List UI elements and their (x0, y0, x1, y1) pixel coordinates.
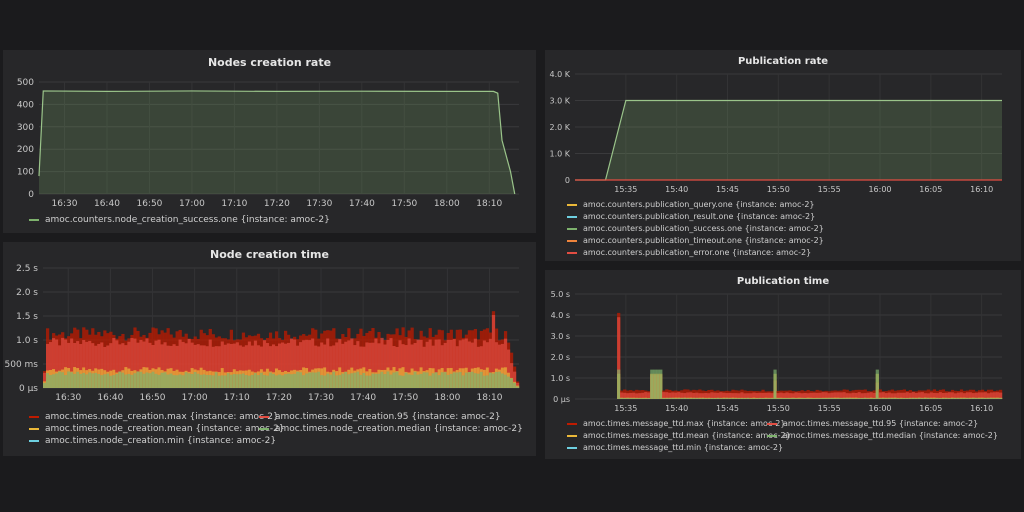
legend-swatch (29, 440, 39, 442)
legend-label: amoc.times.node_creation.min {instance: … (45, 436, 277, 446)
panel-publication-time: Publication time 5.0 s 4.0 s 3.0 s 2.0 s 1.0… (545, 270, 1021, 459)
legend-item[interactable]: amoc.times.node_creation.95 {instance: a… (259, 412, 501, 422)
legend-label: amoc.times.message_ttd.median {instance:… (783, 431, 998, 440)
legend-swatch (567, 434, 577, 437)
legend-label: amoc.times.node_creation.mean {instance:… (45, 424, 285, 434)
legend-swatch (259, 428, 269, 430)
legend-item[interactable]: amoc.counters.publication_timeout.one {i… (567, 236, 824, 245)
legend-item[interactable]: amoc.counters.publication_query.one {ins… (567, 200, 815, 209)
legend-label: amoc.counters.publication_error.one {ins… (583, 248, 812, 257)
legend-label: amoc.counters.publication_timeout.one {i… (583, 236, 824, 245)
legend-label: amoc.counters.publication_success.one {i… (583, 224, 824, 233)
legend-swatch (29, 428, 39, 430)
legend-label: amoc.times.message_ttd.max {instance: am… (583, 419, 786, 428)
legend-item[interactable]: amoc.times.node_creation.max {instance: … (29, 412, 279, 422)
legend-item[interactable]: amoc.times.message_ttd.mean {instance: a… (567, 431, 791, 440)
panel-node-creation-time: Node creation time 2.5 s 2.0 s 1.5 s 1.0 s5… (3, 242, 536, 456)
legend: amoc.times.node_creation.max {instance: … (3, 242, 536, 456)
legend: amoc.times.message_ttd.max {instance: am… (545, 270, 1021, 459)
legend-label: amoc.counters.publication_result.one {in… (583, 212, 816, 221)
legend-item[interactable]: amoc.times.message_ttd.max {instance: am… (567, 419, 785, 428)
legend-item[interactable]: amoc.times.message_ttd.min {instance: am… (567, 443, 783, 452)
legend-label: amoc.times.message_ttd.mean {instance: a… (583, 431, 791, 440)
legend-swatch (767, 434, 777, 437)
legend-item[interactable]: amoc.times.node_creation.median {instanc… (259, 424, 523, 434)
legend-swatch (29, 219, 39, 221)
legend-item[interactable]: amoc.counters.node_creation_success.one … (29, 215, 330, 225)
legend-label: amoc.times.node_creation.median {instanc… (275, 424, 523, 434)
legend-item[interactable]: amoc.counters.publication_result.one {in… (567, 212, 815, 221)
legend-swatch (567, 251, 577, 254)
panel-publication-rate: Publication rate 4.0 K 3.0 K 2.0 K 1.0 K 0 15… (545, 50, 1021, 261)
legend-swatch (259, 416, 269, 418)
legend-item[interactable]: amoc.times.message_ttd.95 {instance: amo… (767, 419, 978, 428)
legend-label: amoc.times.message_ttd.min {instance: am… (583, 443, 784, 452)
legend-swatch (567, 215, 577, 218)
legend: amoc.counters.node_creation_success.one … (3, 50, 536, 233)
legend-label: amoc.times.message_ttd.95 {instance: amo… (783, 419, 979, 428)
legend-item[interactable]: amoc.times.node_creation.min {instance: … (29, 436, 276, 446)
legend-item[interactable]: amoc.counters.publication_success.one {i… (567, 224, 824, 233)
legend-swatch (767, 422, 777, 425)
legend-swatch (567, 239, 577, 242)
legend-swatch (29, 416, 39, 418)
legend-label: amoc.counters.publication_query.one {ins… (583, 200, 815, 209)
legend-swatch (567, 203, 577, 206)
legend-label: amoc.counters.node_creation_success.one … (45, 215, 330, 225)
legend-label: amoc.times.node_creation.95 {instance: a… (275, 412, 501, 422)
legend-label: amoc.times.node_creation.max {instance: … (45, 412, 279, 422)
legend-item[interactable]: amoc.counters.publication_error.one {ins… (567, 248, 811, 257)
legend: amoc.counters.publication_query.one {ins… (545, 50, 1021, 261)
legend-swatch (567, 227, 577, 230)
legend-item[interactable]: amoc.times.message_ttd.median {instance:… (767, 431, 998, 440)
legend-swatch (567, 422, 577, 425)
legend-item[interactable]: amoc.times.node_creation.mean {instance:… (29, 424, 285, 434)
legend-swatch (567, 446, 577, 449)
panel-nodes-creation-rate: Nodes creation rate 500 400 300 200 100 0 16:3… (3, 50, 536, 233)
